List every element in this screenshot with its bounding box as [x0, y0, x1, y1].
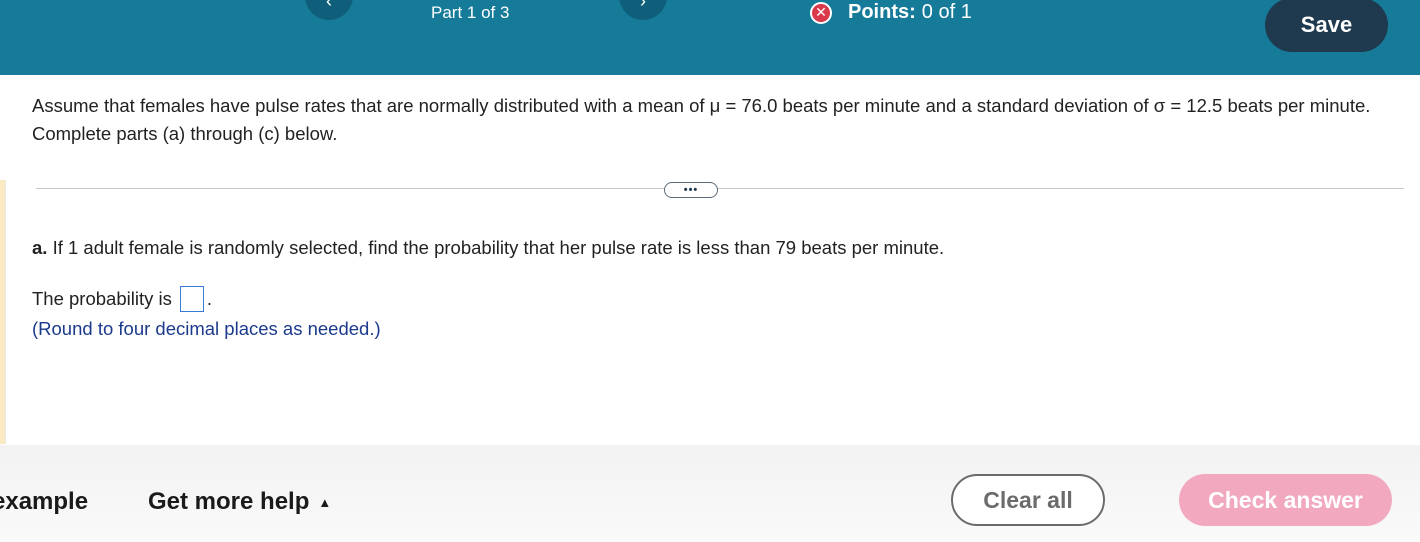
previous-part-button[interactable]: ‹	[305, 0, 353, 20]
next-part-button[interactable]: ›	[619, 0, 667, 20]
rounding-instruction: (Round to four decimal places as needed.…	[32, 318, 381, 339]
points-value: 0 of 1	[921, 1, 972, 23]
save-button[interactable]: Save	[1265, 0, 1388, 52]
part-a-question: a. If 1 adult female is randomly selecte…	[32, 237, 944, 259]
answer-suffix: .	[206, 288, 212, 309]
answer-line: The probability is .	[32, 286, 212, 312]
part-a-text: If 1 adult female is randomly selected, …	[47, 237, 945, 258]
check-answer-button[interactable]: Check answer	[1179, 474, 1392, 526]
top-bar: ‹ Part 1 of 3 › ✕ Points: 0 of 1 Save	[0, 0, 1420, 75]
chevron-left-icon: ‹	[326, 0, 332, 11]
clear-all-button[interactable]: Clear all	[951, 474, 1105, 526]
question-intro: Assume that females have pulse rates tha…	[32, 95, 1371, 144]
answer-prefix: The probability is	[32, 288, 172, 309]
caret-up-icon: ▲	[318, 494, 332, 510]
chevron-right-icon: ›	[640, 0, 646, 11]
more-help-label: Get more help	[148, 488, 310, 515]
points-display: ✕ Points: 0 of 1	[810, 1, 972, 24]
x-circle-icon: ✕	[810, 1, 832, 24]
left-divider-line	[5, 180, 6, 444]
points-label: Points:	[848, 1, 916, 23]
part-a-label: a.	[32, 237, 48, 258]
view-example-link[interactable]: example	[0, 488, 88, 516]
get-more-help-button[interactable]: Get more help ▲	[148, 488, 331, 516]
part-indicator: Part 1 of 3	[431, 3, 510, 22]
section-divider	[36, 188, 1404, 189]
probability-answer-input[interactable]	[179, 286, 204, 312]
expand-more-button[interactable]: •••	[664, 182, 718, 198]
